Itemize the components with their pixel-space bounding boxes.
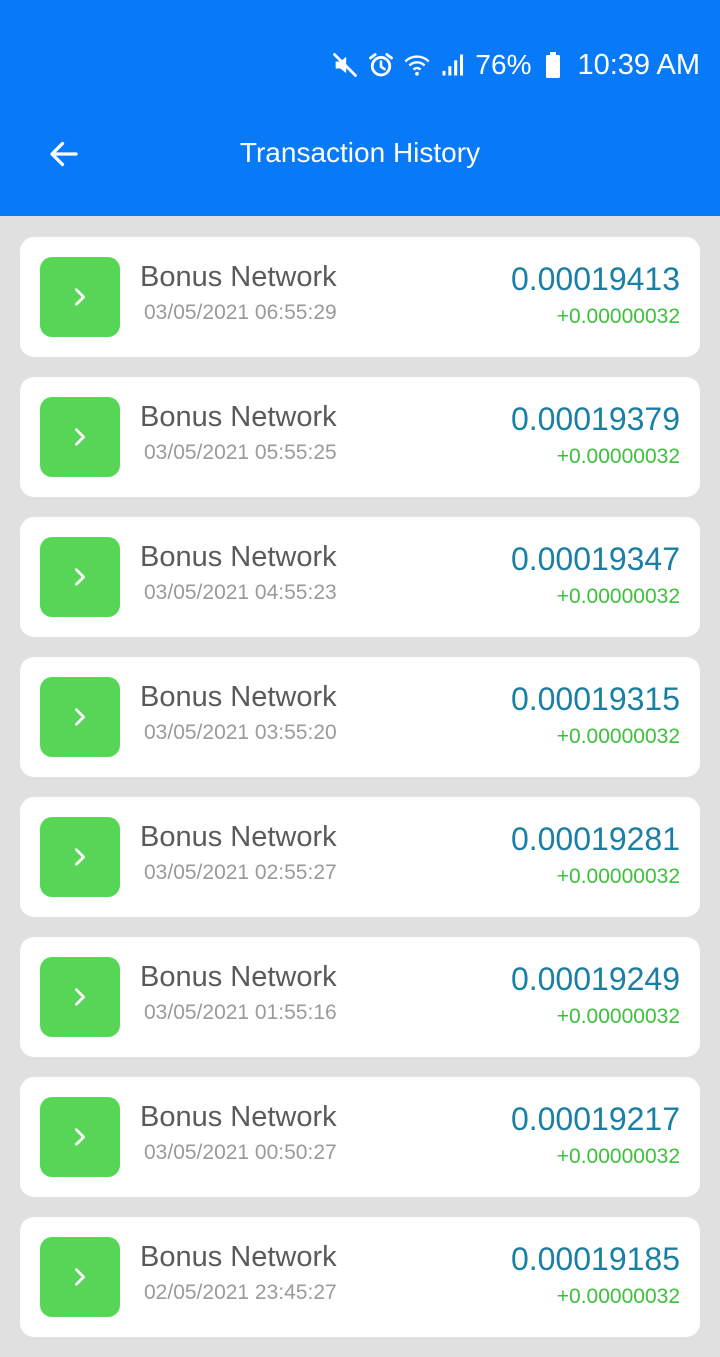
chevron-right-icon <box>74 1128 86 1146</box>
app-header: 76% 10:39 AM Transaction History <box>0 0 720 216</box>
transaction-title: Bonus Network <box>140 821 337 853</box>
transaction-delta: +0.00000032 <box>556 585 680 608</box>
transaction-title: Bonus Network <box>140 261 337 293</box>
transaction-balance: 0.00019315 <box>510 681 680 717</box>
transaction-title: Bonus Network <box>140 1241 337 1273</box>
battery-percent: 76% <box>475 49 532 80</box>
transaction-balance: 0.00019281 <box>510 821 680 857</box>
status-clock: 10:39 AM <box>577 48 700 81</box>
transaction-balance: 0.00019185 <box>510 1241 680 1277</box>
chevron-right-icon <box>74 288 86 306</box>
wifi-icon <box>403 51 431 79</box>
transaction-date: 03/05/2021 00:50:27 <box>144 1141 337 1164</box>
transaction-card[interactable]: Bonus Network 03/05/2021 02:55:27 0.0001… <box>20 797 700 917</box>
transaction-delta: +0.00000032 <box>556 1145 680 1168</box>
transaction-list: Bonus Network 03/05/2021 06:55:29 0.0001… <box>20 237 700 1357</box>
transaction-type-tile <box>40 537 120 617</box>
transaction-card[interactable]: Bonus Network 03/05/2021 04:55:23 0.0001… <box>20 517 700 637</box>
transaction-title: Bonus Network <box>140 681 337 713</box>
transaction-date: 02/05/2021 23:45:27 <box>144 1281 337 1304</box>
transaction-card[interactable]: Bonus Network 02/05/2021 23:45:27 0.0001… <box>20 1217 700 1337</box>
transaction-delta: +0.00000032 <box>556 725 680 748</box>
transaction-date: 03/05/2021 02:55:27 <box>144 861 337 884</box>
alarm-icon <box>367 51 395 79</box>
toolbar: Transaction History <box>0 120 720 188</box>
transaction-card[interactable]: Bonus Network 03/05/2021 00:50:27 0.0001… <box>20 1077 700 1197</box>
transaction-type-tile <box>40 1237 120 1317</box>
transaction-card[interactable]: Bonus Network 03/05/2021 05:55:25 0.0001… <box>20 377 700 497</box>
chevron-right-icon <box>74 988 86 1006</box>
transaction-title: Bonus Network <box>140 961 337 993</box>
page-title: Transaction History <box>239 137 481 168</box>
signal-icon <box>439 51 467 79</box>
transaction-delta: +0.00000032 <box>556 1005 680 1028</box>
status-bar: 76% 10:39 AM <box>331 40 700 90</box>
battery-icon <box>539 51 567 79</box>
transaction-balance: 0.00019347 <box>510 541 680 577</box>
transaction-delta: +0.00000032 <box>556 1285 680 1308</box>
transaction-card[interactable]: Bonus Network 03/05/2021 01:55:16 0.0001… <box>20 937 700 1057</box>
transaction-card[interactable]: Bonus Network 03/05/2021 06:55:29 0.0001… <box>20 237 700 357</box>
chevron-right-icon <box>74 708 86 726</box>
transaction-type-tile <box>40 957 120 1037</box>
transaction-balance: 0.00019379 <box>510 401 680 437</box>
transaction-type-tile <box>40 1097 120 1177</box>
transaction-card[interactable]: Bonus Network 03/05/2021 03:55:20 0.0001… <box>20 657 700 777</box>
transaction-delta: +0.00000032 <box>556 305 680 328</box>
chevron-right-icon <box>74 848 86 866</box>
transaction-delta: +0.00000032 <box>556 445 680 468</box>
transaction-balance: 0.00019249 <box>510 961 680 997</box>
chevron-right-icon <box>74 428 86 446</box>
transaction-type-tile <box>40 677 120 757</box>
transaction-delta: +0.00000032 <box>556 865 680 888</box>
transaction-type-tile <box>40 817 120 897</box>
chevron-right-icon <box>74 1268 86 1286</box>
transaction-balance: 0.00019217 <box>510 1101 680 1137</box>
transaction-title: Bonus Network <box>140 401 337 433</box>
transaction-title: Bonus Network <box>140 541 337 573</box>
transaction-date: 03/05/2021 04:55:23 <box>144 581 337 604</box>
transaction-date: 03/05/2021 01:55:16 <box>144 1001 337 1024</box>
chevron-right-icon <box>74 568 86 586</box>
transaction-title: Bonus Network <box>140 1101 337 1133</box>
mute-icon <box>331 51 359 79</box>
transaction-type-tile <box>40 397 120 477</box>
transaction-balance: 0.00019413 <box>510 261 680 297</box>
transaction-date: 03/05/2021 06:55:29 <box>144 301 337 324</box>
transaction-date: 03/05/2021 05:55:25 <box>144 441 337 464</box>
transaction-date: 03/05/2021 03:55:20 <box>144 721 337 744</box>
transaction-type-tile <box>40 257 120 337</box>
